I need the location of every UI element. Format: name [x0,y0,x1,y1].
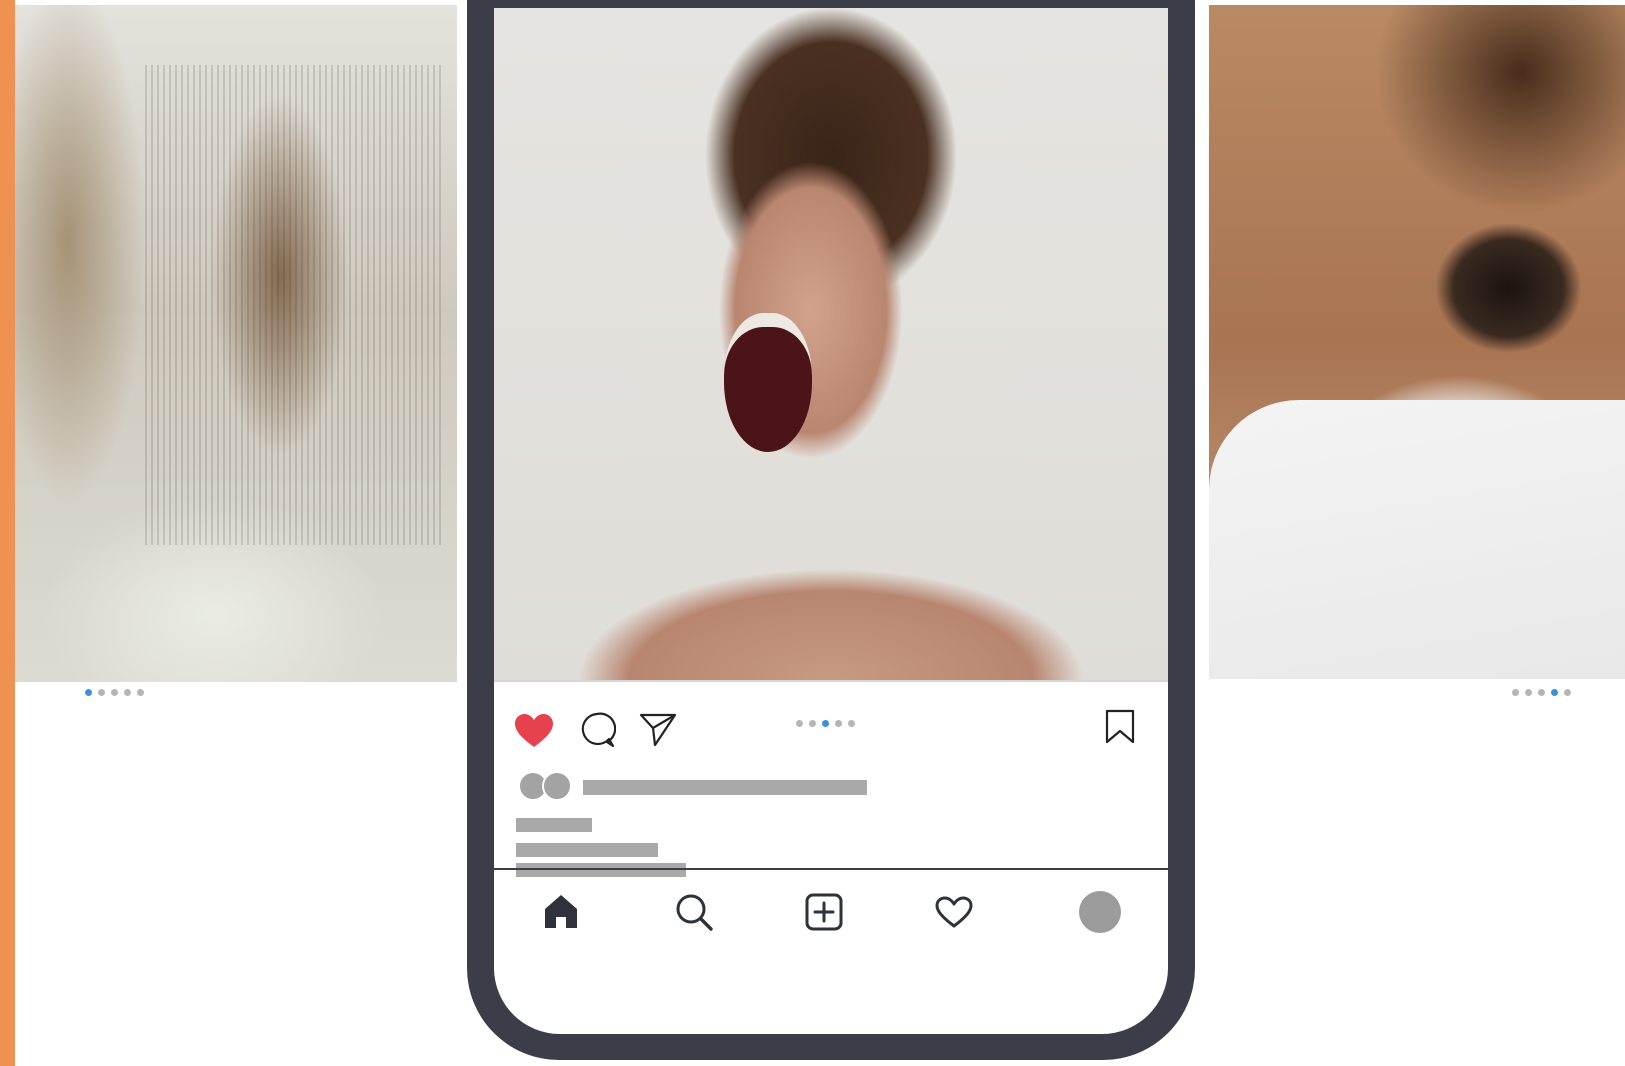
search-icon[interactable] [674,892,714,932]
carousel-dot-active [1551,689,1558,696]
heart-icon[interactable] [514,713,554,749]
add-post-icon[interactable] [805,893,843,931]
carousel-dot [1512,689,1519,696]
profile-avatar[interactable] [1079,891,1121,933]
carousel-dot [835,720,842,727]
share-icon[interactable] [639,712,677,748]
carousel-dot-active [85,689,92,696]
activity-heart-icon[interactable] [934,895,974,929]
carousel-dot [124,689,131,696]
carousel-dot [98,689,105,696]
phone-screen [494,8,1168,1034]
liked-by-avatars[interactable] [518,771,574,801]
carousel-dot [809,720,816,727]
photo-detail [724,313,812,452]
carousel-dot [111,689,118,696]
carousel-dot [1525,689,1532,696]
likes-placeholder-bar [583,780,867,795]
post-photo[interactable] [494,8,1168,680]
fabric-texture [145,65,445,545]
phone-frame [467,0,1195,1060]
carousel-dot-active [822,720,829,727]
accent-strip [0,0,15,1066]
carousel-dot [796,720,803,727]
liker-avatar [542,771,572,801]
caption-placeholder-bar [516,863,686,877]
comment-icon[interactable] [578,711,616,749]
right-post-photo[interactable] [1209,5,1625,679]
home-icon[interactable] [542,892,580,930]
carousel-dot [848,720,855,727]
left-carousel-indicator [85,689,144,696]
carousel-dot [1564,689,1571,696]
left-post-photo[interactable] [15,5,457,682]
cloth-shape [1209,400,1625,679]
caption-placeholder-bar [516,843,658,857]
right-carousel-indicator [1512,689,1571,696]
bookmark-icon[interactable] [1104,709,1136,745]
username-placeholder-bar [516,818,592,832]
carousel-dot [137,689,144,696]
post-carousel-indicator [796,720,855,727]
post-divider [494,680,1168,682]
nav-divider [494,868,1168,870]
carousel-dot [1538,689,1545,696]
